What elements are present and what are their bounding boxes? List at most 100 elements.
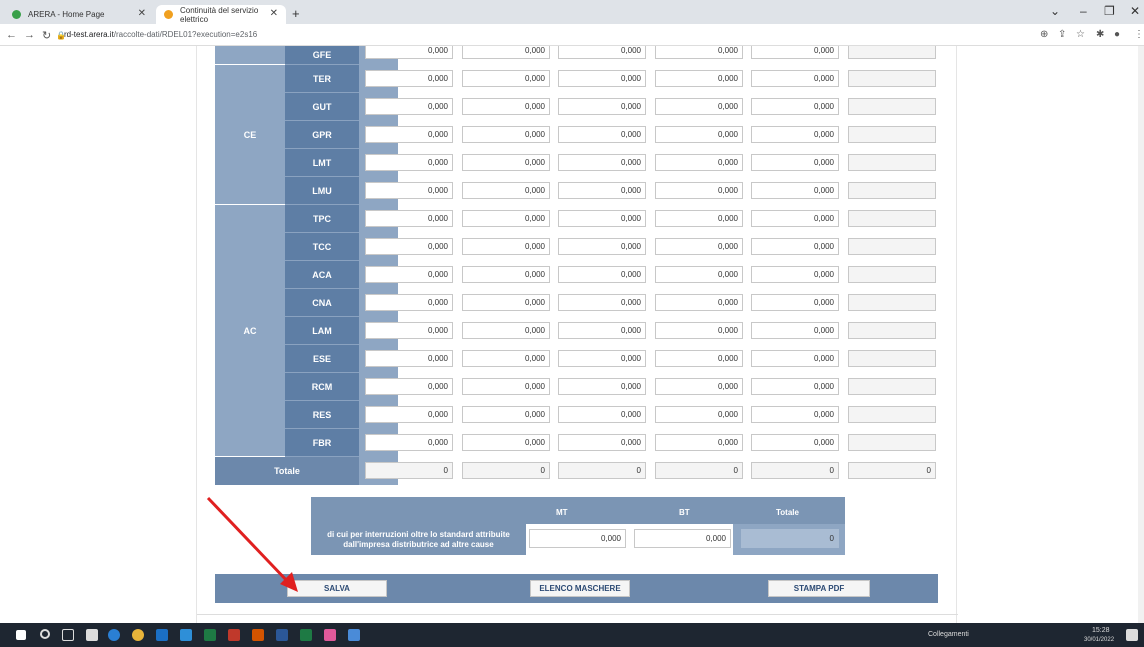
value-input[interactable]: 0,000	[462, 182, 550, 199]
value-input[interactable]: 0,000	[751, 350, 839, 367]
value-input[interactable]: 0,000	[655, 406, 743, 423]
value-input[interactable]: 0,000	[462, 154, 550, 171]
elenco-maschere-button[interactable]: ELENCO MASCHERE	[530, 580, 630, 597]
value-input[interactable]: 0,000	[558, 322, 646, 339]
value-input[interactable]: 0,000	[365, 154, 453, 171]
task-view-icon[interactable]	[62, 629, 74, 641]
value-input[interactable]: 0,000	[558, 266, 646, 283]
value-input[interactable]: 0,000	[655, 266, 743, 283]
value-input[interactable]: 0,000	[655, 182, 743, 199]
scrollbar[interactable]	[1138, 46, 1144, 623]
value-input[interactable]: 0,000	[365, 98, 453, 115]
acrobat-icon[interactable]	[228, 629, 240, 641]
teams-icon[interactable]	[348, 629, 360, 641]
value-input[interactable]: 0,000	[558, 406, 646, 423]
close-window-icon[interactable]: ✕	[1130, 4, 1140, 18]
value-input[interactable]: 0,000	[751, 154, 839, 171]
value-input[interactable]: 0,000	[655, 322, 743, 339]
value-input[interactable]: 0,000	[558, 154, 646, 171]
mt-input[interactable]: 0,000	[529, 529, 626, 548]
value-input[interactable]: 0,000	[365, 182, 453, 199]
value-input[interactable]: 0,000	[751, 322, 839, 339]
value-input[interactable]: 0,000	[558, 98, 646, 115]
bt-input[interactable]: 0,000	[634, 529, 731, 548]
value-input[interactable]: 0,000	[462, 294, 550, 311]
value-input[interactable]: 0,000	[558, 126, 646, 143]
value-input[interactable]: 0,000	[558, 182, 646, 199]
tab-home[interactable]: ARERA - Home Page ✕	[4, 5, 154, 24]
value-input[interactable]: 0,000	[365, 70, 453, 87]
value-input[interactable]: 0,000	[558, 350, 646, 367]
value-input[interactable]: 0,000	[655, 434, 743, 451]
value-input[interactable]: 0,000	[462, 266, 550, 283]
value-input[interactable]: 0,000	[365, 126, 453, 143]
value-input[interactable]: 0,000	[751, 210, 839, 227]
value-input[interactable]: 0,000	[365, 46, 453, 59]
value-input[interactable]: 0,000	[558, 46, 646, 59]
excel-2-icon[interactable]	[300, 629, 312, 641]
search-icon[interactable]	[40, 629, 50, 639]
mail-icon[interactable]	[86, 629, 98, 641]
value-input[interactable]: 0,000	[365, 322, 453, 339]
value-input[interactable]: 0,000	[751, 98, 839, 115]
tab-search-icon[interactable]: ⌄	[1050, 4, 1060, 18]
value-input[interactable]: 0,000	[558, 294, 646, 311]
value-input[interactable]: 0,000	[558, 70, 646, 87]
value-input[interactable]: 0,000	[751, 406, 839, 423]
value-input[interactable]: 0,000	[655, 98, 743, 115]
value-input[interactable]: 0,000	[462, 322, 550, 339]
value-input[interactable]: 0,000	[751, 434, 839, 451]
value-input[interactable]: 0,000	[655, 210, 743, 227]
value-input[interactable]: 0,000	[365, 378, 453, 395]
value-input[interactable]: 0,000	[751, 46, 839, 59]
excel-icon[interactable]	[204, 629, 216, 641]
value-input[interactable]: 0,000	[365, 434, 453, 451]
value-input[interactable]: 0,000	[462, 210, 550, 227]
menu-icon[interactable]: ⋮	[1134, 29, 1144, 40]
value-input[interactable]: 0,000	[462, 434, 550, 451]
value-input[interactable]: 0,000	[655, 70, 743, 87]
close-tab-icon[interactable]: ✕	[138, 8, 146, 19]
value-input[interactable]: 0,000	[655, 154, 743, 171]
app-icon[interactable]	[324, 629, 336, 641]
close-tab-icon[interactable]: ✕	[270, 8, 278, 19]
value-input[interactable]: 0,000	[462, 238, 550, 255]
value-input[interactable]: 0,000	[655, 238, 743, 255]
file-explorer-icon[interactable]	[180, 629, 192, 641]
minimize-icon[interactable]: –	[1080, 4, 1087, 18]
value-input[interactable]: 0,000	[751, 378, 839, 395]
value-input[interactable]: 0,000	[558, 378, 646, 395]
value-input[interactable]: 0,000	[462, 126, 550, 143]
extensions-icon[interactable]: ✱	[1096, 29, 1104, 40]
value-input[interactable]: 0,000	[365, 406, 453, 423]
value-input[interactable]: 0,000	[365, 350, 453, 367]
value-input[interactable]: 0,000	[751, 126, 839, 143]
share-icon[interactable]: ⇪	[1058, 29, 1066, 40]
value-input[interactable]: 0,000	[365, 210, 453, 227]
value-input[interactable]: 0,000	[558, 434, 646, 451]
clock-time[interactable]: 15:28	[1092, 627, 1110, 634]
value-input[interactable]: 0,000	[365, 238, 453, 255]
tab-continuita[interactable]: Continuità del servizio elettrico ✕	[156, 5, 286, 24]
value-input[interactable]: 0,000	[751, 266, 839, 283]
powerpoint-icon[interactable]	[252, 629, 264, 641]
value-input[interactable]: 0,000	[365, 294, 453, 311]
value-input[interactable]: 0,000	[655, 126, 743, 143]
value-input[interactable]: 0,000	[558, 210, 646, 227]
value-input[interactable]: 0,000	[655, 378, 743, 395]
value-input[interactable]: 0,000	[462, 406, 550, 423]
edge-icon[interactable]	[108, 629, 120, 641]
profile-icon[interactable]: ●	[1114, 29, 1120, 40]
value-input[interactable]: 0,000	[751, 238, 839, 255]
value-input[interactable]: 0,000	[751, 182, 839, 199]
links-toolbar[interactable]: Collegamenti	[928, 631, 969, 638]
bookmark-star-icon[interactable]: ☆	[1076, 29, 1085, 40]
new-tab-icon[interactable]: +	[292, 6, 300, 21]
reload-icon[interactable]: ↻	[42, 29, 51, 42]
value-input[interactable]: 0,000	[462, 46, 550, 59]
value-input[interactable]: 0,000	[751, 70, 839, 87]
clock-date[interactable]: 30/01/2022	[1084, 637, 1114, 643]
value-input[interactable]: 0,000	[462, 98, 550, 115]
zoom-icon[interactable]: ⊕	[1040, 29, 1048, 40]
value-input[interactable]: 0,000	[655, 350, 743, 367]
